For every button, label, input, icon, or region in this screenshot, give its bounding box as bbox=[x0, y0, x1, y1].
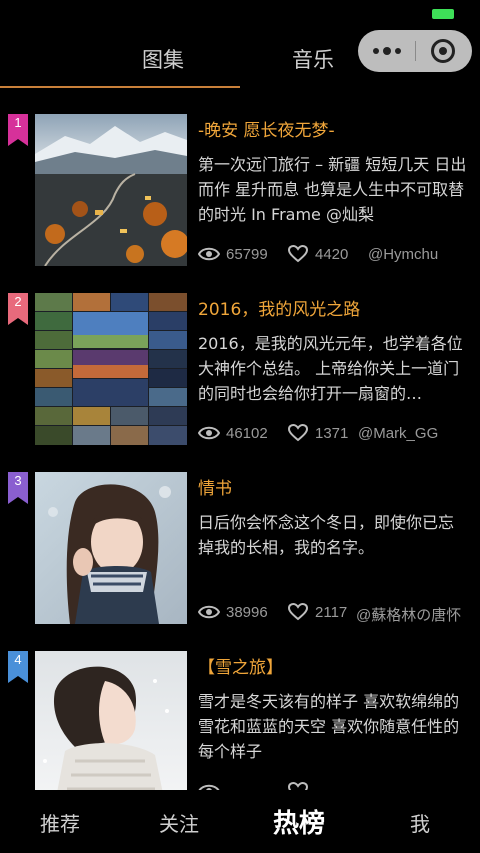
heart-icon[interactable] bbox=[288, 245, 308, 263]
thumbnail-image[interactable] bbox=[35, 293, 187, 445]
rank-number: 2 bbox=[14, 294, 22, 309]
bottom-navigation: 推荐 关注 热榜 我 bbox=[0, 790, 480, 853]
more-dot-icon bbox=[382, 47, 391, 55]
rank-number: 4 bbox=[14, 652, 22, 667]
rank-badge: 1 bbox=[8, 114, 28, 146]
heart-icon[interactable] bbox=[288, 782, 308, 790]
item-stats: 65799 4420 @Hymchu bbox=[198, 244, 478, 266]
rank-number: 3 bbox=[14, 473, 22, 488]
thumbnail-image[interactable] bbox=[35, 472, 187, 624]
tab-music[interactable]: 音乐 bbox=[292, 44, 334, 74]
item-title[interactable]: 2016，我的风光之路 bbox=[198, 295, 474, 320]
heart-icon[interactable] bbox=[288, 424, 308, 442]
view-count: 65799 bbox=[226, 246, 268, 263]
item-stats: 38996 2117 @蘇格林の唐怀 bbox=[198, 602, 478, 624]
item-title[interactable]: 情书 bbox=[198, 474, 474, 499]
like-count: 2117 bbox=[315, 604, 348, 621]
eye-icon bbox=[198, 426, 220, 440]
list-item[interactable]: 2 2016，我的风光之路 2016，是我的风光元年，也学着各位大神作个总结。 … bbox=[0, 275, 480, 453]
rank-number: 1 bbox=[14, 115, 22, 130]
author-name[interactable]: @蘇格林の唐怀 bbox=[356, 604, 461, 625]
list-item[interactable]: 1 -晚安 愿长夜无梦- 第一次远门旅行 – 新疆 短短几天 日出而作 星升而息… bbox=[0, 96, 480, 274]
list-item[interactable]: 3 情书 日后你会怀念这个冬日，即使你已忘掉我的长相，我的名字。 38996 2… bbox=[0, 454, 480, 632]
nav-following[interactable]: 关注 bbox=[159, 808, 199, 837]
item-title[interactable]: -晚安 愿长夜无梦- bbox=[198, 116, 474, 141]
rank-badge: 3 bbox=[8, 472, 28, 504]
tab-gallery[interactable]: 图集 bbox=[142, 44, 184, 74]
nav-recommend[interactable]: 推荐 bbox=[40, 808, 80, 837]
heart-icon[interactable] bbox=[288, 603, 308, 621]
eye-icon bbox=[198, 784, 220, 790]
item-stats bbox=[198, 781, 478, 790]
ranking-list: 1 -晚安 愿长夜无梦- 第一次远门旅行 – 新疆 短短几天 日出而作 星升而息… bbox=[0, 96, 480, 790]
mini-program-capsule bbox=[358, 30, 472, 72]
thumbnail-image[interactable] bbox=[35, 114, 187, 266]
thumbnail-image[interactable] bbox=[35, 651, 187, 790]
rank-badge: 2 bbox=[8, 293, 28, 325]
author-name[interactable]: @Hymchu bbox=[368, 246, 438, 263]
eye-icon bbox=[198, 247, 220, 261]
more-dot-icon bbox=[372, 48, 379, 54]
item-description: 日后你会怀念这个冬日，即使你已忘掉我的长相，我的名字。 bbox=[198, 513, 455, 557]
view-count: 38996 bbox=[226, 604, 268, 621]
item-title[interactable]: 【雪之旅】 bbox=[198, 653, 474, 678]
like-count: 4420 bbox=[315, 246, 349, 263]
list-item[interactable]: 4 【雪之旅】 雪才是冬天该有的样子 喜欢软绵绵的雪花和蓝蓝的天空 喜欢你随意任… bbox=[0, 633, 480, 790]
status-bar bbox=[0, 0, 480, 26]
close-mini-program-button[interactable] bbox=[415, 30, 472, 72]
view-count: 46102 bbox=[226, 425, 268, 442]
more-dot-icon bbox=[394, 48, 401, 54]
rank-badge: 4 bbox=[8, 651, 28, 683]
author-name[interactable]: @Mark_GG bbox=[358, 425, 438, 442]
more-options-button[interactable] bbox=[358, 30, 415, 72]
like-count: 1371 bbox=[315, 425, 349, 442]
nav-me[interactable]: 我 bbox=[410, 808, 430, 837]
eye-icon bbox=[198, 605, 220, 619]
item-description: 2016，是我的风光元年，也学着各位大神作个总结。 上帝给你关上一道门的同时也会… bbox=[198, 334, 463, 403]
item-description: 雪才是冬天该有的样子 喜欢软绵绵的雪花和蓝蓝的天空 喜欢你随意任性的每个样子 bbox=[198, 692, 460, 761]
nav-hot-list[interactable]: 热榜 bbox=[273, 803, 325, 840]
battery-icon bbox=[432, 9, 454, 19]
target-icon-center bbox=[439, 47, 447, 55]
active-tab-indicator bbox=[0, 86, 240, 88]
item-description: 第一次远门旅行 – 新疆 短短几天 日出而作 星升而息 也算是人生中不可取替的时… bbox=[198, 155, 467, 224]
item-stats: 46102 1371 @Mark_GG bbox=[198, 423, 478, 445]
